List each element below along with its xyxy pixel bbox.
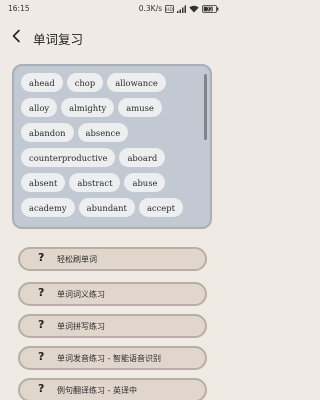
word-chip[interactable]: allowance xyxy=(107,73,166,92)
practice-button-label: 轻松刷单词 xyxy=(57,255,97,264)
practice-button-label: 单词词义练习 xyxy=(57,290,105,299)
question-mark-icon: ? xyxy=(38,382,45,395)
back-button[interactable] xyxy=(7,27,25,47)
scrollbar-thumb[interactable] xyxy=(204,74,207,140)
status-time: 16:15 xyxy=(8,4,30,13)
word-list-panel[interactable]: ahead chop allowance alloy almighty amuse aban… xyxy=(12,64,212,229)
question-mark-icon: ? xyxy=(38,350,45,363)
word-chip-list: ahead chop allowance alloy almighty amuse aban… xyxy=(21,73,205,217)
word-chip[interactable]: absence xyxy=(77,123,129,142)
signal-icon xyxy=(177,5,186,13)
practice-button-label: 单词发音练习 - 智能语音识别 xyxy=(57,354,161,363)
status-bar: 16:15 0.3K/s HD 72 xyxy=(0,0,225,18)
word-chip[interactable]: abstract xyxy=(69,173,121,192)
word-chip[interactable]: abandon xyxy=(21,123,74,142)
chevron-left-icon xyxy=(11,28,21,47)
practice-button[interactable]: ? 单词发音练习 - 智能语音识别 xyxy=(18,346,207,370)
word-chip[interactable]: abuse xyxy=(124,173,166,192)
word-chip[interactable]: accept xyxy=(138,198,183,217)
word-chip[interactable]: academy xyxy=(21,198,75,217)
status-indicators: 0.3K/s HD 72 xyxy=(139,4,219,13)
page-title: 单词复习 xyxy=(33,32,84,47)
app-header: 单词复习 xyxy=(0,24,225,50)
practice-button[interactable]: ? 单词词义练习 xyxy=(18,282,207,306)
word-chip[interactable]: counterproductive xyxy=(21,148,116,167)
scrollbar[interactable] xyxy=(204,74,207,222)
word-chip[interactable]: aboard xyxy=(119,148,166,167)
svg-text:72: 72 xyxy=(207,6,213,12)
question-mark-icon: ? xyxy=(38,318,45,331)
question-mark-icon: ? xyxy=(38,286,45,299)
practice-button[interactable]: ? 例句翻译练习 - 英译中 xyxy=(18,378,207,400)
word-chip[interactable]: chop xyxy=(66,73,104,92)
word-chip[interactable]: abundant xyxy=(78,198,135,217)
word-chip[interactable]: alloy xyxy=(21,98,58,117)
battery-icon: 72 xyxy=(202,4,219,13)
word-chip[interactable]: almighty xyxy=(61,98,115,117)
practice-button-label: 例句翻译练习 - 英译中 xyxy=(57,386,137,395)
word-chip[interactable]: absent xyxy=(21,173,66,192)
question-mark-icon: ? xyxy=(38,251,45,264)
network-speed: 0.3K/s xyxy=(138,4,162,13)
practice-button[interactable]: ? 轻松刷单词 xyxy=(18,247,207,271)
practice-button-label: 单词拼写练习 xyxy=(57,322,105,331)
hd-icon: HD xyxy=(165,4,174,13)
word-chip[interactable]: ahead xyxy=(21,73,63,92)
practice-button[interactable]: ? 单词拼写练习 xyxy=(18,314,207,338)
wifi-icon xyxy=(189,5,199,13)
word-chip[interactable]: amuse xyxy=(118,98,162,117)
svg-text:HD: HD xyxy=(166,6,173,12)
